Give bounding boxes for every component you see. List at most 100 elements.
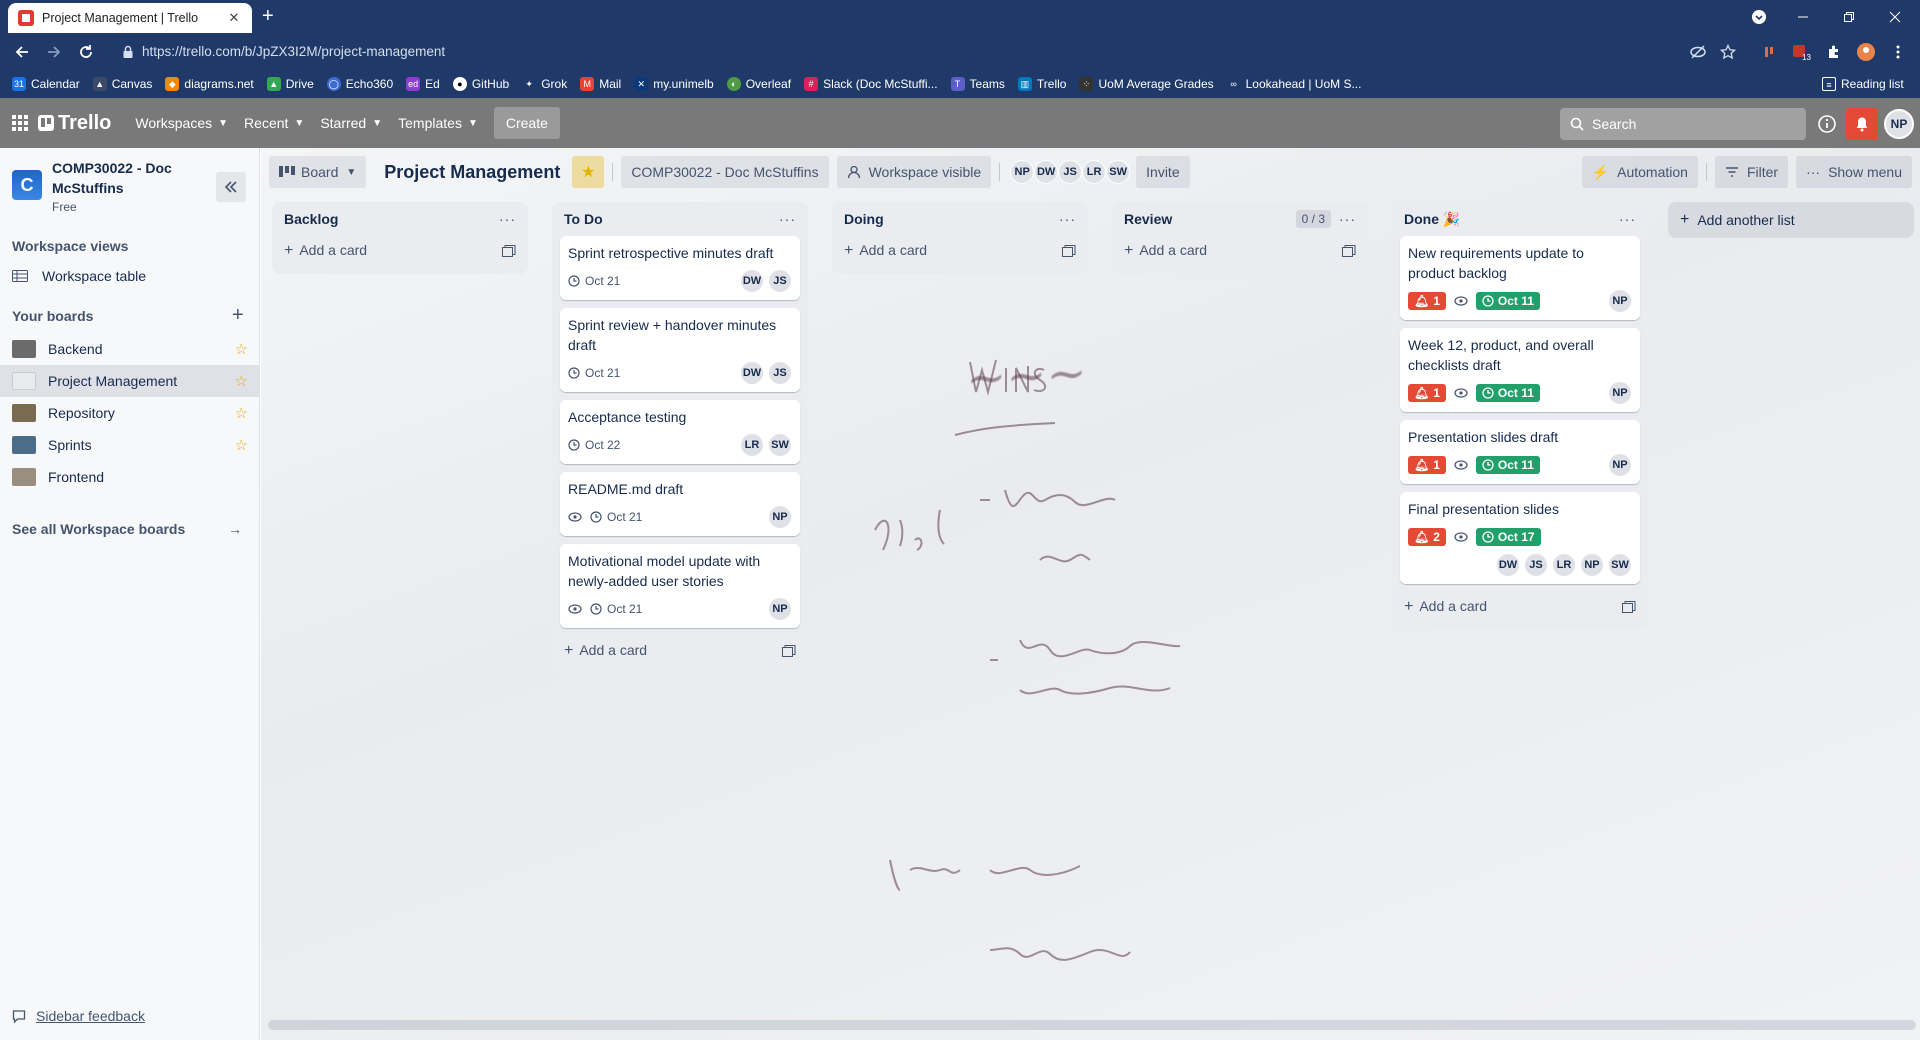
list-menu-icon[interactable]: ···	[1059, 211, 1076, 227]
sidebar-item-sprints[interactable]: Sprints ☆	[0, 429, 260, 461]
create-button[interactable]: Create	[493, 107, 560, 139]
trello-logo[interactable]: Trello	[38, 112, 111, 135]
card[interactable]: Sprint review + handover minutes draft O…	[560, 308, 800, 392]
add-card-button[interactable]: + Add a card	[1400, 592, 1640, 622]
sidebar-item-backend[interactable]: Backend ☆	[0, 333, 260, 365]
automation-button[interactable]: ⚡ Automation	[1581, 156, 1698, 188]
list-title[interactable]: Done 🎉	[1404, 211, 1460, 228]
browser-tab[interactable]: Project Management | Trello ✕	[8, 3, 252, 33]
app-switcher-icon[interactable]	[12, 115, 28, 131]
extension-badge-icon[interactable]: 13	[1788, 38, 1816, 66]
visibility-button[interactable]: Workspace visible	[836, 156, 992, 188]
notifications-bell-icon[interactable]	[1846, 108, 1878, 140]
member-avatar[interactable]: SW	[1608, 553, 1632, 577]
card[interactable]: Presentation slides draft 🔔︎ 1 Oct 11 NP	[1400, 420, 1640, 484]
back-icon[interactable]	[8, 38, 36, 66]
card[interactable]: Acceptance testing Oct 22 LR SW	[560, 400, 800, 464]
bookmark-echo360[interactable]: ◯ Echo360	[326, 77, 393, 91]
list-title[interactable]: Backlog	[284, 211, 338, 227]
card[interactable]: Week 12, product, and overall checklists…	[1400, 328, 1640, 412]
bookmark-uom-grades[interactable]: ⁘ UoM Average Grades	[1079, 77, 1214, 91]
profile-avatar-icon[interactable]	[1852, 38, 1880, 66]
list-menu-icon[interactable]: ···	[1339, 211, 1356, 227]
reading-list[interactable]: ≡ Reading list	[1822, 77, 1904, 91]
member-avatar[interactable]: LR	[740, 433, 764, 457]
workspace-button[interactable]: COMP30022 - Doc McStuffins	[621, 156, 829, 188]
add-card-button[interactable]: + Add a card	[840, 236, 1080, 266]
bookmark-overleaf[interactable]: ◐ Overleaf	[726, 77, 791, 91]
workspace-name[interactable]: COMP30022 - Doc McStuffins	[52, 158, 192, 198]
info-icon[interactable]	[1816, 113, 1838, 135]
member-avatar[interactable]: JS	[1524, 553, 1548, 577]
member-avatar[interactable]: NP	[1580, 553, 1604, 577]
search-input[interactable]: Search	[1560, 108, 1806, 140]
board-star-button[interactable]: ★	[572, 156, 605, 188]
list-menu-icon[interactable]: ···	[1619, 211, 1636, 227]
card-template-icon[interactable]	[1622, 601, 1636, 613]
collapse-sidebar-button[interactable]	[216, 172, 246, 202]
see-all-boards-link[interactable]: See all Workspace boards →	[0, 513, 260, 545]
user-avatar[interactable]: NP	[1884, 109, 1914, 139]
board-view-switcher[interactable]: Board ▼	[269, 156, 367, 188]
omnibox[interactable]: https://trello.com/b/JpZX3I2M/project-ma…	[110, 37, 1768, 66]
list-title[interactable]: To Do	[564, 211, 603, 227]
bookmark-github[interactable]: ● GitHub	[452, 77, 509, 91]
member-avatar[interactable]: LR	[1082, 160, 1107, 184]
card[interactable]: README.md draft Oct 21 NP	[560, 472, 800, 536]
bookmark-ed[interactable]: ed Ed	[406, 77, 440, 91]
show-menu-button[interactable]: ··· Show menu	[1796, 156, 1912, 188]
sidebar-item-project-management[interactable]: Project Management ☆	[0, 365, 260, 397]
bookmark-slack[interactable]: # Slack (Doc McStuffi...	[804, 77, 938, 91]
member-avatar[interactable]: SW	[768, 433, 792, 457]
list-menu-icon[interactable]: ···	[779, 211, 796, 227]
bookmark-star-icon[interactable]	[1714, 38, 1742, 66]
member-avatar[interactable]: NP	[1010, 160, 1035, 184]
sidebar-item-repository[interactable]: Repository ☆	[0, 397, 260, 429]
extensions-puzzle-icon[interactable]	[1820, 38, 1848, 66]
list-title[interactable]: Doing	[844, 211, 884, 227]
member-avatar[interactable]: NP	[1608, 289, 1632, 313]
close-tab-icon[interactable]: ✕	[226, 10, 242, 26]
card-template-icon[interactable]	[1062, 245, 1076, 257]
member-avatar[interactable]: DW	[1496, 553, 1520, 577]
starred-menu[interactable]: Starred ▼	[312, 107, 390, 139]
invite-button[interactable]: Invite	[1136, 156, 1190, 188]
bookmark-drive[interactable]: ▲ Drive	[266, 77, 314, 91]
recent-menu[interactable]: Recent ▼	[236, 107, 312, 139]
list-title[interactable]: Review	[1124, 211, 1172, 227]
member-avatar[interactable]: SW	[1106, 160, 1131, 184]
templates-menu[interactable]: Templates ▼	[390, 107, 486, 139]
card-template-icon[interactable]	[782, 645, 796, 657]
card[interactable]: Final presentation slides 🔔︎ 2 Oct 17 DW …	[1400, 492, 1640, 584]
member-avatar[interactable]: NP	[1608, 381, 1632, 405]
add-list-button[interactable]: + Add another list	[1668, 202, 1914, 238]
member-avatar[interactable]: DW	[1034, 160, 1059, 184]
minimize-icon[interactable]	[1780, 0, 1826, 33]
add-card-button[interactable]: + Add a card	[560, 636, 800, 666]
profile-dropdown-icon[interactable]	[1736, 0, 1782, 33]
member-avatar[interactable]: NP	[1608, 453, 1632, 477]
member-avatar[interactable]: LR	[1552, 553, 1576, 577]
due-date-complete-badge[interactable]: Oct 17	[1475, 528, 1541, 546]
sidebar-item-frontend[interactable]: Frontend	[0, 461, 260, 493]
bookmark-lookahead[interactable]: ∞ Lookahead | UoM S...	[1227, 77, 1361, 91]
bookmark-teams[interactable]: T Teams	[950, 77, 1005, 91]
board-members[interactable]: NP DW JS LR SW	[1010, 160, 1131, 184]
bookmark-calendar[interactable]: 31 Calendar	[12, 77, 80, 91]
card[interactable]: Sprint retrospective minutes draft Oct 2…	[560, 236, 800, 300]
bookmark-diagrams[interactable]: ◆ diagrams.net	[165, 77, 254, 91]
filter-button[interactable]: Filter	[1714, 156, 1789, 188]
member-avatar[interactable]: DW	[740, 269, 764, 293]
member-avatar[interactable]: JS	[768, 269, 792, 293]
list-menu-icon[interactable]: ···	[499, 211, 516, 227]
browser-menu-icon[interactable]	[1884, 38, 1912, 66]
bookmark-canvas[interactable]: ▲ Canvas	[92, 77, 152, 91]
workspaces-menu[interactable]: Workspaces ▼	[127, 107, 236, 139]
restore-icon[interactable]	[1826, 0, 1872, 33]
board-title[interactable]: Project Management	[384, 162, 560, 183]
add-card-button[interactable]: + Add a card	[1120, 236, 1360, 266]
add-board-icon[interactable]: +	[232, 304, 244, 327]
close-window-icon[interactable]	[1872, 0, 1918, 33]
bookmark-grok[interactable]: ✦ Grok	[522, 77, 567, 91]
horizontal-scrollbar[interactable]	[268, 1020, 1916, 1030]
